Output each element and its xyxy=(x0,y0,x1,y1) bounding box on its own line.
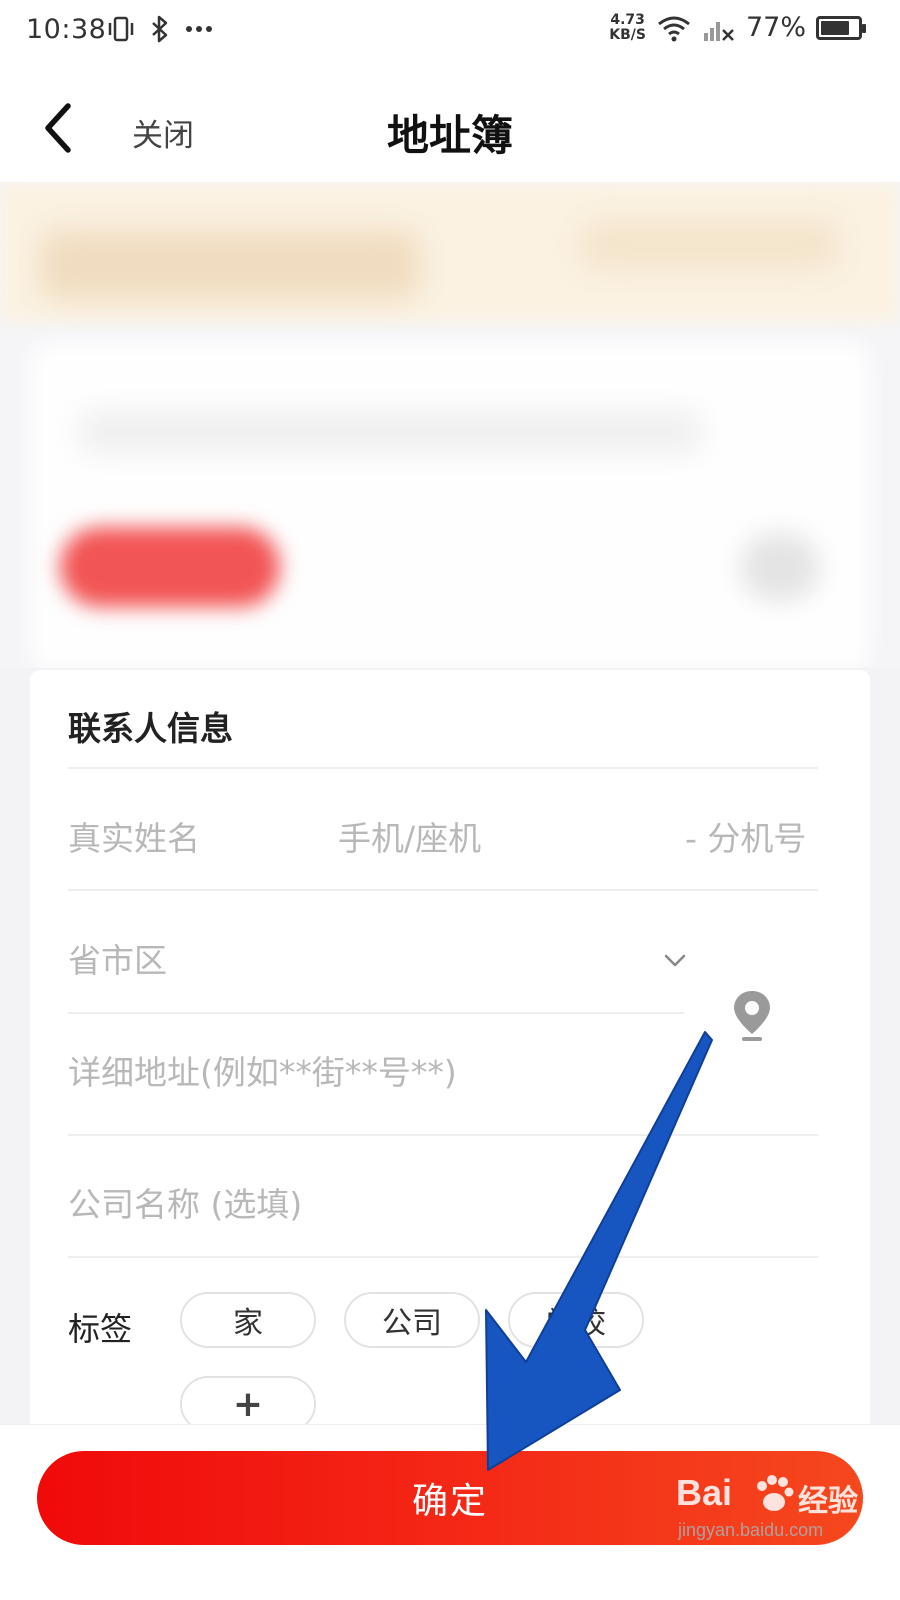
blurred-banner-text xyxy=(40,230,420,300)
nav-header: 关闭 地址簿 xyxy=(0,64,900,182)
network-speed-unit: KB/S xyxy=(609,26,646,43)
blurred-card-text xyxy=(80,412,700,452)
network-speed-value: 4.73 xyxy=(610,11,645,28)
watermark-url: jingyan.baidu.com xyxy=(678,1520,824,1540)
company-input[interactable]: 公司名称 (选填) xyxy=(68,1178,302,1226)
bluetooth-icon xyxy=(152,15,168,43)
divider xyxy=(68,767,818,769)
wifi-icon xyxy=(658,16,690,41)
tag-home[interactable]: 家 xyxy=(180,1292,316,1348)
contact-info-title: 联系人信息 xyxy=(68,709,233,748)
signal-no-sim-icon xyxy=(703,21,734,41)
status-left-icons xyxy=(106,14,214,44)
blurred-gray-icon xyxy=(740,532,820,602)
location-pin-icon[interactable] xyxy=(730,988,774,1042)
blurred-card xyxy=(30,342,870,672)
contact-info-card: 联系人信息 真实姓名 手机/座机 - 分机号 省市区 详细地址(例如**街**号… xyxy=(30,670,870,1432)
divider xyxy=(68,1134,818,1136)
status-bar: 10:38 4.73 KB/S 77% xyxy=(0,0,900,64)
page-title: 地址簿 xyxy=(386,111,513,160)
extension-input[interactable]: - 分机号 xyxy=(685,812,806,860)
tag-company[interactable]: 公司 xyxy=(344,1292,480,1348)
blurred-red-button xyxy=(60,527,280,607)
plus-icon: + xyxy=(232,1383,264,1425)
watermark-brand: Bai xyxy=(676,1472,733,1513)
status-time: 10:38 xyxy=(26,14,107,45)
region-select[interactable]: 省市区 xyxy=(68,934,167,982)
divider xyxy=(68,1012,684,1014)
chevron-down-icon[interactable] xyxy=(660,945,690,975)
battery-percent: 77% xyxy=(745,12,806,43)
tags-label: 标签 xyxy=(68,1310,133,1348)
tag-school[interactable]: 学校 xyxy=(508,1292,644,1348)
baidu-watermark: Bai 经验 jingyan.baidu.com xyxy=(676,1472,876,1552)
divider xyxy=(68,1256,818,1258)
battery-level xyxy=(821,20,849,35)
vibrate-icon xyxy=(108,16,134,42)
battery-icon xyxy=(816,15,866,40)
more-dots-icon xyxy=(186,26,212,32)
paw-icon xyxy=(757,1475,794,1511)
blurred-content xyxy=(0,182,900,682)
network-speed: 4.73 KB/S xyxy=(609,11,646,43)
divider xyxy=(68,889,818,891)
watermark-suffix: 经验 xyxy=(798,1484,858,1519)
blurred-banner-link xyxy=(580,220,840,270)
name-input[interactable]: 真实姓名 xyxy=(68,812,200,860)
phone-input[interactable]: 手机/座机 xyxy=(338,812,481,860)
status-right-icons: 4.73 KB/S 77% xyxy=(609,11,866,43)
detail-address-input[interactable]: 详细地址(例如**街**号**) xyxy=(68,1046,457,1094)
